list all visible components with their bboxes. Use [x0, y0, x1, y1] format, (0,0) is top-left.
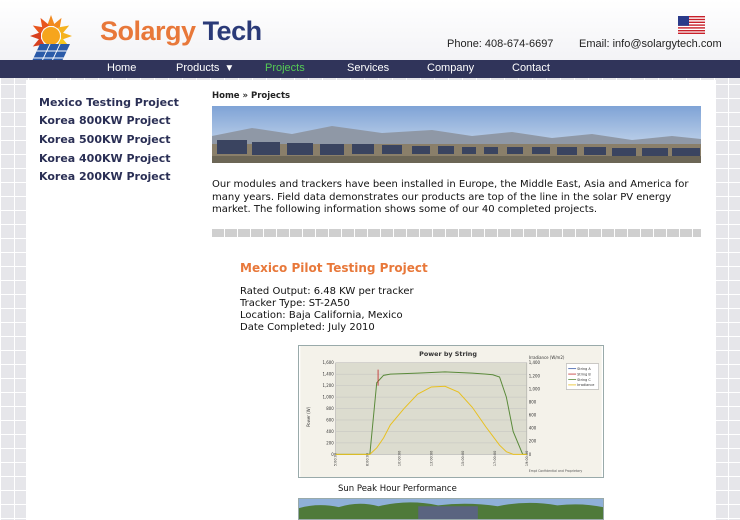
section-divider: [212, 229, 701, 237]
chart-y2-tick-label: 200: [529, 439, 537, 444]
chevron-down-icon: ▼: [224, 63, 235, 74]
chart-y-tick-label: 400: [326, 429, 334, 434]
brand-name-part1: Solargy: [100, 16, 196, 46]
sidebar-link-korea-200kw[interactable]: Korea 200KW Project: [39, 170, 171, 183]
chart-y-tick-label: 800: [326, 406, 334, 411]
sidebar-link-korea-500kw[interactable]: Korea 500KW Project: [39, 133, 171, 146]
chart-y-tick-label: 1,400: [323, 372, 335, 377]
chart-title: Power by String: [419, 350, 477, 358]
chart-y2-tick-label: 600: [529, 413, 537, 418]
chart-x-tick-label: 15:00:00: [461, 451, 465, 466]
phone-number: Phone: 408-674-6697: [447, 38, 554, 50]
sidebar-link-korea-800kw[interactable]: Korea 800KW Project: [39, 114, 171, 127]
us-flag-icon[interactable]: [678, 16, 705, 34]
chart-y-tick-label: 1,600: [323, 360, 335, 365]
content-panel: Mexico Testing Project Korea 800KW Proje…: [26, 80, 716, 520]
chart-x-tick-label: 10:00:00: [397, 451, 401, 466]
chart-y-tick-label: 1,000: [323, 395, 335, 400]
nav-contact[interactable]: Contact: [512, 62, 550, 74]
nav-products[interactable]: Products ▼: [176, 62, 234, 74]
sidebar-link-korea-400kw[interactable]: Korea 400KW Project: [39, 152, 171, 165]
tracker-photo-image: [298, 498, 604, 520]
project-title: Mexico Pilot Testing Project: [240, 261, 428, 275]
brand-wordmark[interactable]: Solargy Tech: [100, 16, 262, 47]
chart-y2-tick-label: 400: [529, 426, 537, 431]
chart-x-tick-label: 17:00:00: [493, 451, 497, 466]
project-detail-tracker: Tracker Type: ST-2A50: [240, 298, 350, 309]
chart-legend-label: String C: [577, 378, 591, 382]
main-nav: Home Products ▼ Projects Services Company…: [0, 60, 740, 78]
breadcrumb[interactable]: Home » Projects: [212, 91, 290, 101]
chart-x-tick-label: 19:00:00: [525, 451, 529, 466]
nav-projects[interactable]: Projects: [265, 62, 305, 74]
intro-paragraph: Our modules and trackers have been insta…: [212, 179, 689, 215]
chart-y-tick-label: 200: [326, 440, 334, 445]
chart-footnote: Empt Confidential and Proprietary: [529, 469, 583, 473]
project-detail-date: Date Completed: July 2010: [240, 322, 375, 333]
sidebar-link-mexico[interactable]: Mexico Testing Project: [39, 96, 179, 109]
chart-legend-label: Irradiance: [577, 383, 594, 387]
nav-home[interactable]: Home: [107, 62, 136, 74]
project-detail-output: Rated Output: 6.48 KW per tracker: [240, 286, 414, 297]
project-detail-location: Location: Baja California, Mexico: [240, 310, 403, 321]
nav-products-label: Products: [176, 62, 220, 74]
chart-y2-label: Irradiance (W/m2): [529, 355, 565, 360]
nav-services[interactable]: Services: [347, 62, 389, 74]
chart-legend-label: String B: [577, 372, 591, 376]
chart-legend-label: String A: [577, 367, 591, 371]
nav-company[interactable]: Company: [427, 62, 474, 74]
chart-y-tick-label: 1,200: [323, 383, 335, 388]
power-by-string-chart: Power by String Irradiance (W/m2) Power …: [298, 345, 604, 478]
chart-y-label: Power (W): [306, 406, 311, 427]
chart-x-tick-label: 5:00:00: [334, 453, 338, 466]
chart-y2-tick-label: 1,400: [529, 360, 541, 365]
site-header: Solargy Tech Phone: 408-674-6697 Email: …: [0, 0, 740, 66]
chart-x-tick-label: 8:00:00: [366, 453, 370, 466]
solar-farm-banner-image: [212, 106, 701, 163]
chart-y2-tick-label: 800: [529, 399, 537, 404]
chart-y2-tick-label: 1,200: [529, 373, 541, 378]
chart-y-tick-label: 600: [326, 417, 334, 422]
email-address[interactable]: Email: info@solargytech.com: [579, 38, 722, 50]
chart-x-tick-label: 13:00:00: [429, 451, 433, 466]
brand-name-part2: Tech: [202, 16, 263, 46]
chart-caption: Sun Peak Hour Performance: [338, 484, 457, 494]
chart-y2-tick-label: 1,000: [529, 386, 541, 391]
